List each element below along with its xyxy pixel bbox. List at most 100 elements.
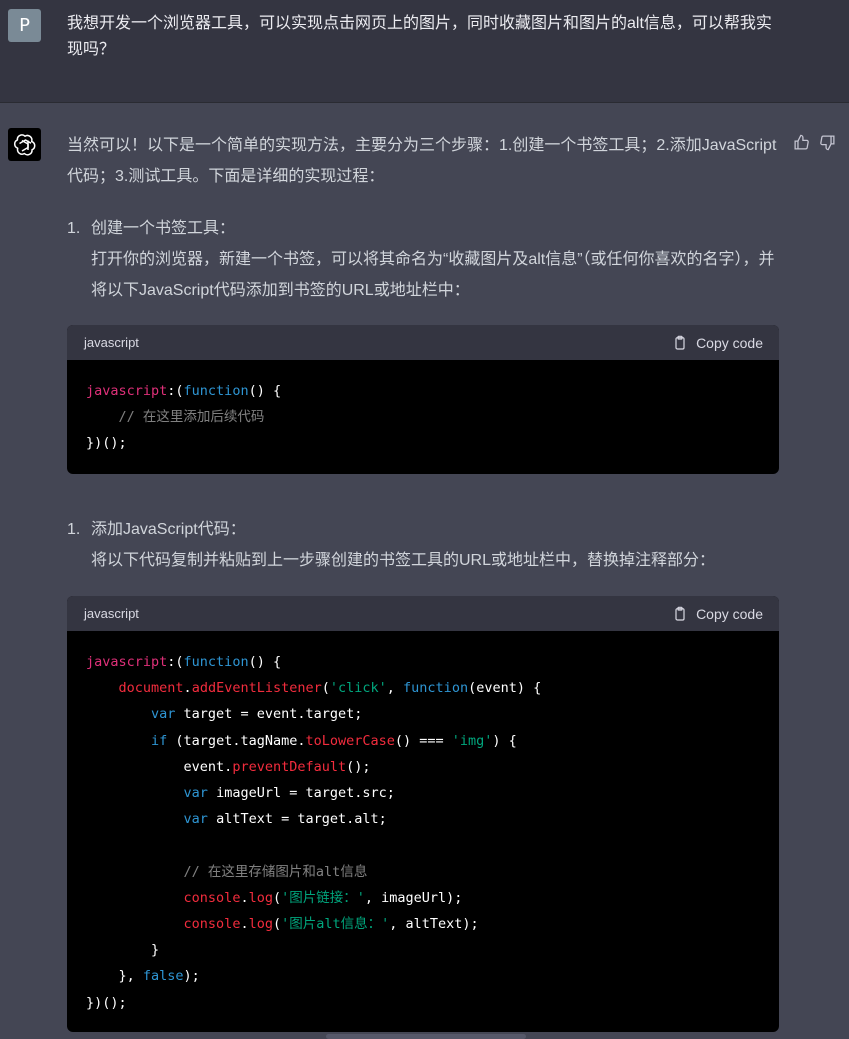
thumbs-up-icon[interactable]	[791, 132, 811, 152]
code-token: .	[240, 889, 249, 906]
code-token: .	[183, 680, 192, 697]
assistant-message-row: 当然可以！以下是一个简单的实现方法，主要分为三个步骤：1.创建一个书签工具；2.…	[0, 104, 849, 1039]
feedback-controls	[791, 132, 837, 152]
code-token: () {	[248, 383, 282, 399]
list-item: 1. 创建一个书签工具： 打开你的浏览器，新建一个书签，可以将其命名为“收藏图片…	[67, 213, 779, 306]
list-item-title: 创建一个书签工具：	[91, 220, 236, 237]
code-line: if (target.tagName.toLowerCase() === 'im…	[86, 728, 760, 754]
code-line: // 在这里存储图片和alt信息	[86, 859, 760, 885]
code-token: })();	[86, 994, 127, 1011]
code-line: document.addEventListener('click', funct…	[86, 675, 760, 701]
code-block: javascript Copy code javascript:(functio…	[67, 325, 779, 474]
code-line: event.preventDefault();	[86, 754, 760, 780]
code-token: altText = target.alt;	[207, 811, 387, 828]
code-token: (target.tagName.	[167, 732, 306, 749]
thumbs-down-icon[interactable]	[817, 132, 837, 152]
list-item-title: 添加JavaScript代码：	[91, 521, 246, 538]
code-token: javascript	[86, 654, 168, 670]
copy-code-button[interactable]: Copy code	[672, 606, 763, 622]
code-token: (	[321, 680, 330, 697]
code-token: // 在这里存储图片和alt信息	[183, 863, 368, 880]
code-block: javascript Copy code javascript:(functio…	[67, 596, 779, 1032]
scroll-indicator[interactable]	[326, 1034, 526, 1039]
code-line: var altText = target.alt;	[86, 806, 760, 832]
code-token: var	[183, 811, 208, 828]
code-line: console.log('图片链接：', imageUrl);	[86, 885, 760, 911]
code-token: '图片链接：'	[281, 889, 365, 906]
code-line: javascript:(function() {	[86, 649, 760, 675]
code-token: function	[403, 680, 469, 697]
code-token: function	[183, 383, 249, 399]
user-message-row: P 我想开发一个浏览器工具，可以实现点击网页上的图片，同时收藏图片和图片的alt…	[0, 0, 849, 103]
code-token: })();	[86, 435, 127, 452]
code-token: event.	[86, 758, 233, 775]
code-line: var target = event.target;	[86, 701, 760, 727]
code-content: javascript:(function() { // 在这里添加后续代码 })(…	[67, 360, 779, 474]
code-line: javascript:(function() {	[86, 378, 760, 404]
code-token: var	[183, 785, 208, 802]
openai-logo-icon	[8, 128, 41, 161]
assistant-intro-text: 当然可以！以下是一个简单的实现方法，主要分为三个步骤：1.创建一个书签工具；2.…	[67, 137, 777, 185]
list-item: 1. 添加JavaScript代码： 将以下代码复制并粘贴到上一步骤创建的书签工…	[67, 514, 779, 576]
code-token: :(	[167, 654, 184, 670]
code-token: javascript	[86, 383, 168, 399]
code-token: toLowerCase	[305, 732, 395, 749]
code-token: preventDefault	[232, 758, 347, 775]
list-item-number: 1.	[67, 521, 81, 538]
list-item-number: 1.	[67, 220, 81, 237]
code-token: () {	[248, 654, 282, 670]
code-token: (	[272, 916, 282, 933]
code-token: 'img'	[451, 732, 493, 749]
code-block-header: javascript Copy code	[67, 325, 779, 360]
code-token: imageUrl = target.src;	[207, 785, 395, 802]
list-item-description: 将以下代码复制并粘贴到上一步骤创建的书签工具的URL或地址栏中，替换掉注释部分：	[91, 552, 716, 569]
list-item-description: 打开你的浏览器，新建一个书签，可以将其命名为“收藏图片及alt信息”（或任何你喜…	[91, 251, 775, 299]
code-token: target = event.target;	[175, 706, 363, 723]
code-token: }	[86, 942, 160, 959]
code-line: })();	[86, 990, 760, 1016]
code-token: },	[86, 968, 143, 985]
code-line: // 在这里添加后续代码	[86, 404, 760, 430]
code-token: );	[183, 968, 200, 985]
code-line: }	[86, 937, 760, 963]
code-token: addEventListener	[191, 680, 322, 697]
user-message-text: 我想开发一个浏览器工具，可以实现点击网页上的图片，同时收藏图片和图片的alt信息…	[67, 15, 772, 58]
code-token: var	[151, 706, 176, 723]
code-language-label: javascript	[84, 335, 139, 350]
clipboard-icon	[675, 606, 685, 621]
code-token: (event) {	[468, 680, 542, 697]
code-token: .	[240, 916, 249, 933]
code-line: }, false);	[86, 963, 760, 989]
code-token: , imageUrl);	[364, 889, 463, 906]
code-token: () ===	[394, 732, 452, 749]
user-avatar: P	[8, 9, 41, 42]
code-token: console	[183, 889, 241, 906]
code-token: '图片alt信息：'	[281, 916, 390, 933]
code-token: ();	[346, 758, 371, 775]
code-token: false	[142, 968, 184, 985]
code-line: console.log('图片alt信息：', altText);	[86, 911, 760, 937]
copy-code-label: Copy code	[696, 334, 763, 351]
code-token: ,	[386, 680, 404, 697]
code-token: (	[272, 889, 282, 906]
code-content: javascript:(function() { document.addEve…	[67, 631, 779, 1032]
copy-code-button[interactable]: Copy code	[672, 335, 763, 351]
code-token: 'click'	[329, 680, 387, 697]
code-token: // 在这里添加后续代码	[118, 409, 265, 426]
code-line: var imageUrl = target.src;	[86, 780, 760, 806]
code-token: console	[183, 916, 241, 933]
code-language-label: javascript	[84, 606, 139, 621]
code-line: })();	[86, 430, 760, 456]
code-token: , altText);	[389, 916, 479, 933]
clipboard-icon	[675, 335, 685, 350]
code-token: if	[151, 732, 168, 749]
